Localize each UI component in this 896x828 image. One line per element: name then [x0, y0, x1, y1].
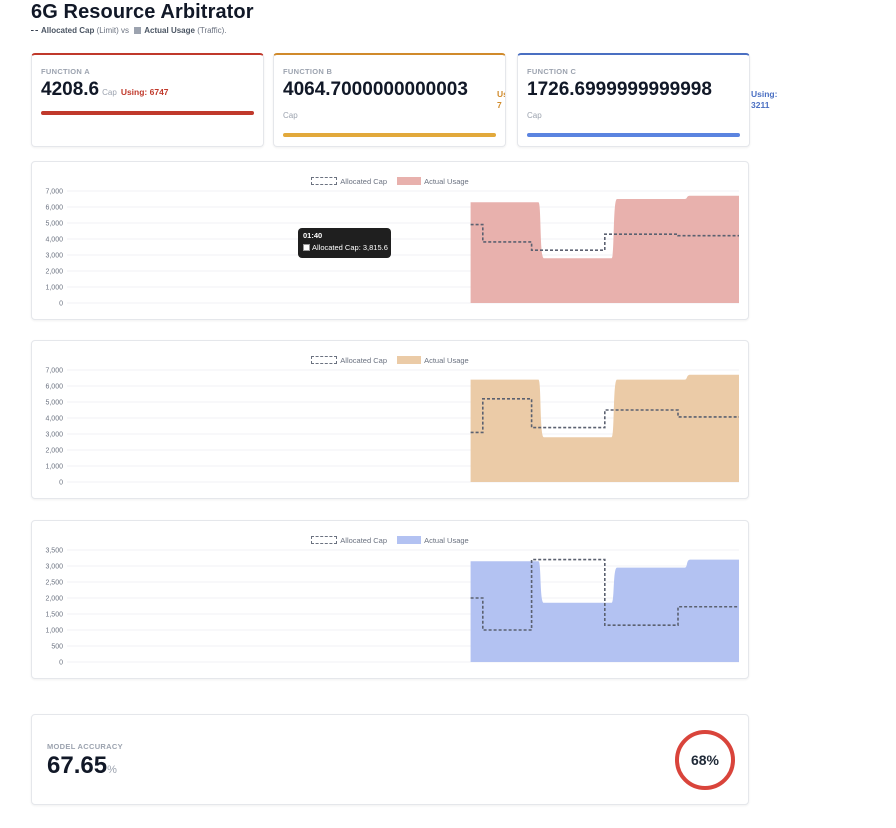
function-c-label: FUNCTION C — [527, 67, 577, 76]
y-tick-label: 5,000 — [45, 400, 63, 407]
function-a-cap: 4208.6 — [41, 79, 100, 100]
y-tick-label: 1,500 — [45, 612, 63, 619]
y-tick-label: 1,000 — [45, 285, 63, 292]
tooltip-swatch — [303, 244, 310, 251]
function-b-cap-unit: Cap — [283, 111, 298, 120]
y-tick-label: 1,000 — [45, 628, 63, 635]
y-tick-label: 0 — [59, 480, 63, 487]
function-c-card: FUNCTION C 1726.6999999999998 Using: 321… — [517, 53, 777, 147]
function-c-using: Using: 3211 — [751, 89, 778, 110]
subtitle-usage: Actual Usage — [144, 26, 195, 35]
function-b-label: FUNCTION B — [283, 67, 333, 76]
accuracy-value: 67.65 — [47, 752, 108, 779]
function-b-card: FUNCTION B 4064.7000000000003 Us 67 Cap — [273, 53, 506, 147]
y-tick-label: 2,000 — [45, 269, 63, 276]
y-tick-label: 1,000 — [45, 464, 63, 471]
page-title: 6G Resource Arbitrator — [31, 1, 254, 23]
function-a-label: FUNCTION A — [41, 67, 90, 76]
y-tick-label: 6,000 — [45, 205, 63, 212]
tooltip-row: Allocated Cap: 3,815.6 — [303, 243, 388, 252]
function-c-cap-row: 1726.6999999999998 — [527, 79, 712, 101]
y-tick-label: 7,000 — [45, 189, 63, 196]
chart-b[interactable]: 0 1,000 2,000 3,000 4,000 5,000 6,000 7,000 — [32, 341, 750, 500]
y-tick-label: 4,000 — [45, 237, 63, 244]
chart-c[interactable]: 0 500 1,000 1,500 2,000 2,500 3,000 3,500 — [32, 521, 750, 680]
function-a-card: FUNCTION A 4208.6 Cap Using: 6747 — [31, 53, 264, 147]
subtitle-cap: Allocated Cap — [41, 26, 95, 35]
accuracy-card: MODEL ACCURACY 67.65% 68% — [31, 714, 749, 805]
usage-swatch — [134, 27, 142, 34]
y-tick-label: 3,000 — [45, 253, 63, 260]
y-tick-label: 5,000 — [45, 221, 63, 228]
y-tick-label: 4,000 — [45, 416, 63, 423]
subtitle-cap-note: (Limit) vs — [96, 26, 130, 35]
function-c-cap-unit: Cap — [527, 111, 542, 120]
accuracy-unit: % — [107, 764, 117, 776]
accuracy-value-row: 67.65% — [47, 752, 117, 780]
y-tick-label: 2,000 — [45, 448, 63, 455]
function-c-cap: 1726.6999999999998 — [527, 79, 712, 100]
y-tick-label: 0 — [59, 301, 63, 308]
accuracy-label: MODEL ACCURACY — [47, 742, 123, 751]
y-tick-label: 7,000 — [45, 368, 63, 375]
function-c-bar — [527, 133, 740, 137]
tooltip-text: Allocated Cap: 3,815.6 — [312, 243, 388, 252]
subtitle: Allocated Cap (Limit) vs Actual Usage (T… — [31, 26, 227, 35]
y-tick-label: 500 — [51, 644, 63, 651]
y-tick-label: 6,000 — [45, 384, 63, 391]
y-tick-label: 3,000 — [45, 432, 63, 439]
chart-a[interactable]: 0 1,000 2,000 3,000 4,000 5,000 6,000 7,000 — [32, 162, 750, 321]
tooltip-time: 01:40 — [303, 231, 323, 240]
accuracy-ring: 68% — [675, 730, 735, 790]
function-a-bar — [41, 111, 254, 115]
function-b-cap-row: 4064.7000000000003 — [283, 79, 468, 101]
y-tick-label: 0 — [59, 660, 63, 667]
function-b-bar — [283, 133, 496, 137]
cap-swatch — [31, 30, 38, 32]
chart-tooltip: 01:40 Allocated Cap: 3,815.6 — [298, 228, 391, 258]
chart-c-card: Allocated Cap Actual Usage 0 500 1,000 1,50… — [31, 520, 749, 679]
function-a-cap-unit: Cap — [102, 88, 117, 97]
function-b-using: Us 67 — [497, 89, 505, 110]
y-tick-label: 2,000 — [45, 596, 63, 603]
chart-b-card: Allocated Cap Actual Usage 0 1,000 2,000 3,… — [31, 340, 749, 499]
function-a-cap-row: 4208.6 Cap Using: 6747 — [41, 79, 169, 101]
subtitle-usage-note: (Traffic). — [197, 26, 227, 35]
function-a-using: Using: 6747 — [120, 87, 169, 97]
function-b-cap: 4064.7000000000003 — [283, 79, 468, 100]
y-tick-label: 3,000 — [45, 564, 63, 571]
y-tick-label: 2,500 — [45, 580, 63, 587]
y-tick-label: 3,500 — [45, 548, 63, 555]
